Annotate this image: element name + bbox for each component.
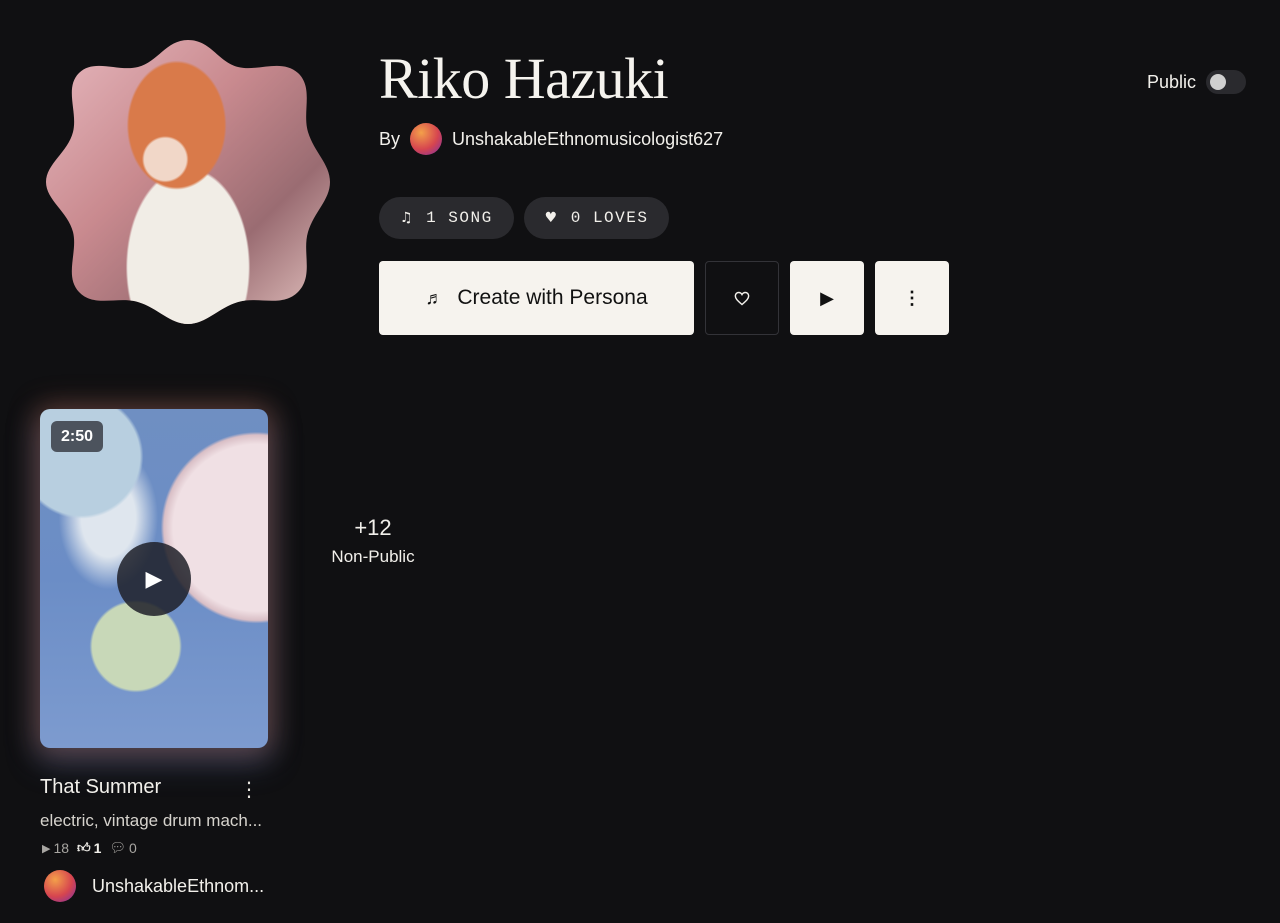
play-button[interactable]: ▶ <box>790 261 864 335</box>
public-label: Public <box>1146 71 1196 92</box>
song-title[interactable]: That Summer <box>40 776 240 799</box>
music-plus-icon: ♬ <box>425 287 444 308</box>
play-count-icon: ▶ <box>42 842 51 855</box>
play-count: 18 <box>53 840 70 856</box>
song-stats: ▶ 18 👍︎ 1 💬︎ 0 <box>42 840 137 856</box>
song-card-artwork[interactable]: 2:50 ▶ <box>40 409 268 748</box>
music-note-icon: ♫ <box>400 210 415 226</box>
thumbs-up-icon: 👍︎ <box>77 840 91 855</box>
song-comments[interactable]: 💬︎ 0 <box>109 840 136 856</box>
creator-avatar[interactable] <box>410 123 443 155</box>
comment-icon: 💬︎ <box>109 840 126 855</box>
song-play-button[interactable]: ▶ <box>117 542 191 616</box>
songs-count-pill: ♫ 1 SONG <box>379 197 514 239</box>
persona-avatar-image <box>46 40 330 324</box>
love-button[interactable] <box>705 261 779 335</box>
persona-title: Riko Hazuki <box>379 46 669 111</box>
songs-count: 1 SONG <box>426 209 493 227</box>
persona-stats: ♫ 1 SONG ♥ 0 LOVES <box>379 197 670 239</box>
author-name[interactable]: UnshakableEthnom... <box>92 876 264 897</box>
public-toggle[interactable] <box>1206 70 1246 94</box>
by-label: By <box>379 128 401 149</box>
song-description: electric, vintage drum mach... <box>40 811 263 830</box>
play-icon: ▶ <box>820 287 834 308</box>
more-vertical-icon: ⋮ <box>239 778 259 801</box>
visibility-control: Public <box>1147 70 1246 94</box>
like-count: 1 <box>93 840 102 856</box>
song-more-button[interactable]: ⋮ <box>239 776 259 802</box>
song-duration-badge: 2:50 <box>51 421 104 452</box>
loves-count-pill: ♥ 0 LOVES <box>523 197 670 239</box>
creator-name[interactable]: UnshakableEthnomusicologist627 <box>452 129 723 150</box>
create-with-persona-label: Create with Persona <box>457 286 648 309</box>
non-public-count[interactable]: +12 Non-Public <box>318 514 428 572</box>
non-public-label: Non-Public <box>331 547 415 566</box>
play-icon: ▶ <box>145 566 163 591</box>
byline: By UnshakableEthnomusicologist627 <box>379 122 723 156</box>
create-with-persona-button[interactable]: ♬ Create with Persona <box>379 261 694 335</box>
author-avatar[interactable] <box>44 870 76 902</box>
comment-count: 0 <box>128 840 137 856</box>
action-bar: ♬ Create with Persona ▶ ⋮ <box>379 261 949 335</box>
toggle-knob <box>1210 74 1226 90</box>
heart-icon: ♥ <box>544 210 559 226</box>
more-options-button[interactable]: ⋮ <box>875 261 949 335</box>
persona-avatar <box>46 40 330 324</box>
heart-outline-icon <box>734 291 750 305</box>
loves-count: 0 LOVES <box>570 209 649 227</box>
song-likes[interactable]: 👍︎ 1 <box>77 840 101 856</box>
non-public-number: +12 <box>354 515 392 540</box>
song-author[interactable]: UnshakableEthnom... <box>44 870 264 902</box>
song-plays: ▶ 18 <box>42 840 69 856</box>
more-vertical-icon: ⋮ <box>903 287 921 308</box>
